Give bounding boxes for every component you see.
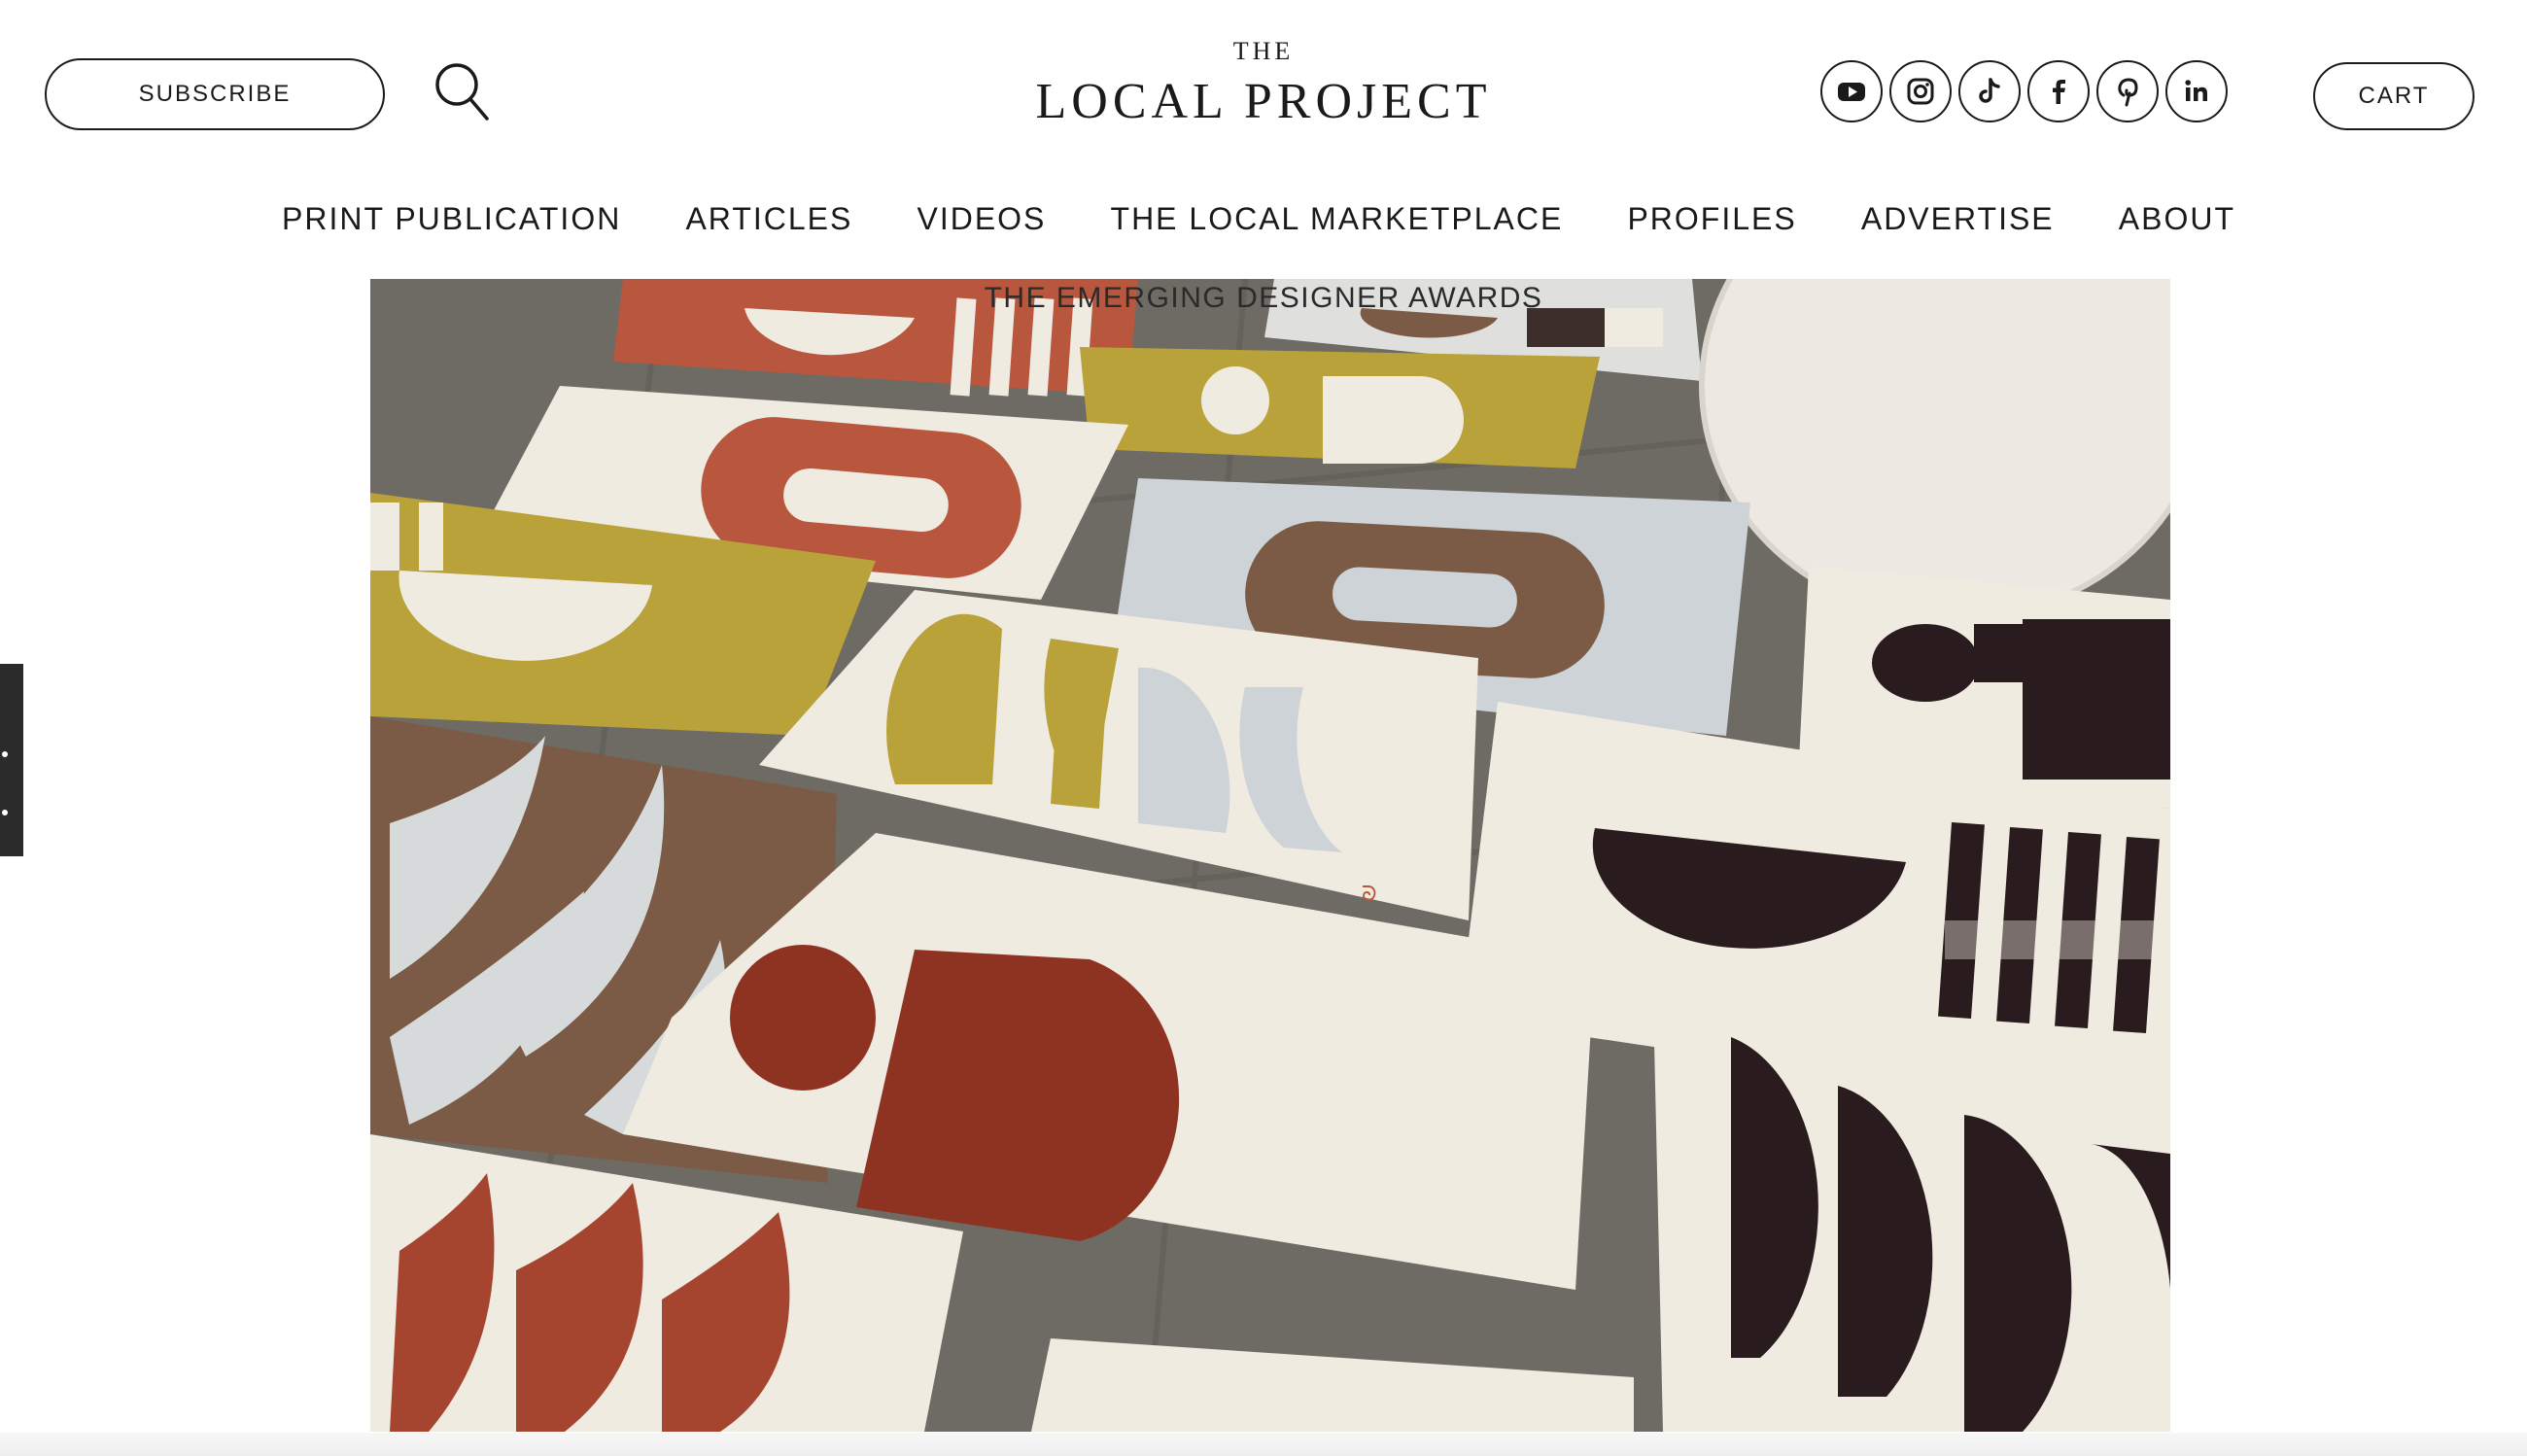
nav-item-print-publication[interactable]: PRINT PUBLICATION — [282, 201, 621, 237]
side-feedback-tab[interactable] — [0, 664, 23, 856]
logo-main-text: LOCAL PROJECT — [1035, 74, 1492, 129]
nav-item-about[interactable]: ABOUT — [2119, 201, 2235, 237]
site-logo[interactable]: THE LOCAL PROJECT — [1021, 35, 1506, 132]
nav-item-advertise[interactable]: ADVERTISE — [1861, 201, 2055, 237]
cart-button[interactable]: CART — [2313, 62, 2475, 130]
logo-top-text: THE — [1232, 37, 1295, 65]
youtube-icon[interactable] — [1820, 60, 1883, 122]
pinterest-icon[interactable] — [2096, 60, 2159, 122]
svg-text:ᘐ: ᘐ — [1362, 882, 1377, 906]
social-links — [1820, 60, 2228, 122]
nav-item-local-marketplace[interactable]: THE LOCAL MARKETPLACE — [1111, 201, 1564, 237]
nav-item-profiles[interactable]: PROFILES — [1627, 201, 1796, 237]
facebook-icon[interactable] — [2027, 60, 2090, 122]
subscribe-label: SUBSCRIBE — [138, 81, 292, 107]
nav-item-videos[interactable]: VIDEOS — [917, 201, 1046, 237]
nav-item-articles[interactable]: ARTICLES — [685, 201, 852, 237]
page-bottom-edge — [0, 1433, 2527, 1456]
search-icon[interactable] — [433, 60, 491, 124]
tiktok-icon[interactable] — [1958, 60, 2021, 122]
linkedin-icon[interactable] — [2165, 60, 2228, 122]
hero-image: ᘐ — [370, 279, 2170, 1432]
main-nav: PRINT PUBLICATION ARTICLES VIDEOS THE LO… — [282, 194, 2235, 243]
hero-rugs-illustration: ᘐ — [370, 279, 2170, 1432]
subscribe-button[interactable]: SUBSCRIBE — [45, 58, 385, 130]
instagram-icon[interactable] — [1889, 60, 1952, 122]
cart-label: CART — [2358, 83, 2430, 109]
